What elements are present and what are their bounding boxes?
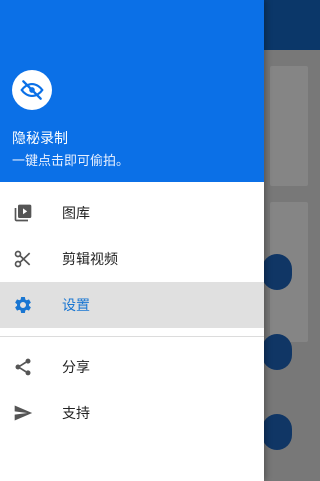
video-library-icon bbox=[12, 202, 34, 224]
scissors-icon bbox=[12, 248, 34, 270]
menu-item-label: 支持 bbox=[62, 406, 90, 422]
drawer-menu: 图库 剪辑视频 设置 分享 支持 bbox=[0, 190, 264, 436]
navigation-drawer: 隐秘录制 一键点击即可偷拍。 图库 剪辑视频 设置 分享 支持 bbox=[0, 0, 264, 481]
menu-item-share[interactable]: 分享 bbox=[0, 344, 264, 390]
drawer-title: 隐秘录制 bbox=[12, 131, 68, 147]
menu-item-label: 剪辑视频 bbox=[62, 252, 118, 268]
menu-item-settings[interactable]: 设置 bbox=[0, 282, 264, 328]
send-icon bbox=[12, 402, 34, 424]
menu-item-edit-video[interactable]: 剪辑视频 bbox=[0, 236, 264, 282]
menu-divider bbox=[0, 336, 264, 337]
menu-item-gallery[interactable]: 图库 bbox=[0, 190, 264, 236]
eye-off-icon bbox=[12, 70, 52, 110]
menu-item-label: 设置 bbox=[62, 298, 90, 314]
menu-item-label: 图库 bbox=[62, 206, 90, 222]
gear-icon bbox=[12, 294, 34, 316]
share-icon bbox=[12, 356, 34, 378]
menu-item-label: 分享 bbox=[62, 360, 90, 376]
drawer-header: 隐秘录制 一键点击即可偷拍。 bbox=[0, 0, 264, 182]
drawer-subtitle: 一键点击即可偷拍。 bbox=[12, 154, 130, 169]
menu-item-support[interactable]: 支持 bbox=[0, 390, 264, 436]
